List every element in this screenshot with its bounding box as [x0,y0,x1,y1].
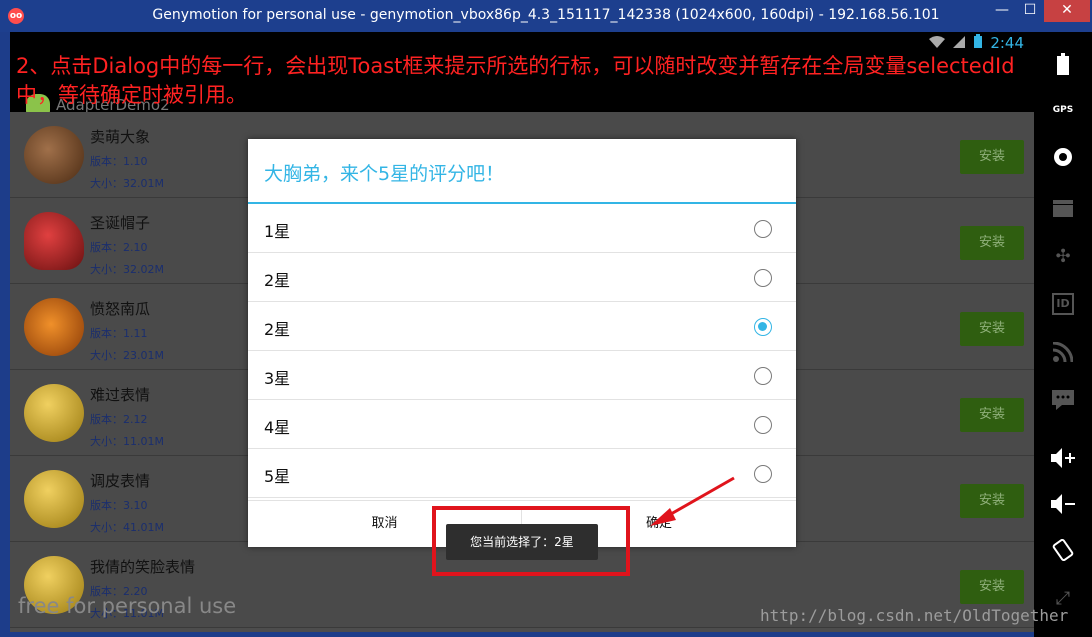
annotation-text: 2、点击Dialog中的每一行，会出现Toast框来提示所选的行标，可以随时改变… [16,54,1015,107]
status-bar: 2:44 [10,32,1034,54]
dpad-icon[interactable]: ✣ [1049,242,1077,270]
radio-button-selected[interactable] [754,318,772,336]
title-bar[interactable]: oo Genymotion for personal use - genymot… [0,0,1092,32]
app-version: 版本：1.10 [90,155,148,168]
signal-icon [953,36,969,52]
maximize-button[interactable]: ☐ [1016,0,1044,22]
app-name: 圣诞帽子 [90,214,151,232]
install-button[interactable]: 安装 [960,226,1024,260]
install-button[interactable]: 安装 [960,312,1024,346]
option-label: 5星 [264,467,291,486]
minimize-button[interactable]: — [988,0,1016,22]
rating-option[interactable]: 2星 [248,253,796,302]
clapperboard-icon[interactable] [1049,194,1077,222]
install-button[interactable]: 安装 [960,398,1024,432]
gps-icon[interactable]: GPS [1049,96,1077,124]
app-version: 版本：1.11 [90,327,148,340]
webcam-icon[interactable] [1049,144,1077,172]
battery-icon[interactable] [1049,50,1077,78]
app-size: 大小：11.01M [90,435,164,448]
window-title: Genymotion for personal use - genymotion… [152,7,940,23]
app-name: 愤怒南瓜 [90,300,151,318]
radio-button[interactable] [754,465,772,483]
sms-icon[interactable] [1049,386,1077,414]
emulator-toolbar: GPS ✣ ID ⤢ [1034,32,1092,637]
app-size: 大小：23.01M [90,349,164,362]
rotate-icon[interactable] [1049,536,1077,564]
app-size: 大小：32.02M [90,263,164,276]
highlight-box [432,506,630,576]
sad-face-icon [24,384,84,442]
install-button[interactable]: 安装 [960,484,1024,518]
radio-button[interactable] [754,367,772,385]
radio-button[interactable] [754,269,772,287]
option-label: 2星 [264,271,291,290]
rating-option[interactable]: 1星 [248,204,796,253]
battery-icon [973,34,986,52]
app-name: 难过表情 [90,386,151,404]
wifi-icon [928,36,949,52]
app-name: 调皮表情 [90,472,151,490]
option-label: 3星 [264,369,291,388]
app-name: 我倩的笑脸表情 [90,558,196,576]
elephant-icon [24,126,84,184]
app-version: 版本：3.10 [90,499,148,512]
radio-button[interactable] [754,220,772,238]
option-label: 4星 [264,418,291,437]
rating-option[interactable]: 4星 [248,400,796,449]
app-version: 版本：2.10 [90,241,148,254]
santa-hat-icon [24,212,84,270]
volume-up-icon[interactable] [1049,444,1077,472]
gps-label: GPS [1052,105,1074,115]
id-icon[interactable]: ID [1049,290,1077,318]
option-label: 2星 [264,320,291,339]
pumpkin-icon [24,298,84,356]
rss-icon[interactable] [1049,338,1077,366]
rating-option[interactable]: 2星 [248,302,796,351]
personal-use-watermark: free for personal use [18,594,237,618]
app-size: 大小：41.01M [90,521,164,534]
option-label: 1星 [264,222,291,241]
id-label: ID [1052,293,1074,315]
app-version: 版本：2.12 [90,413,148,426]
blog-watermark: http://blog.csdn.net/OldTogether [760,606,1069,625]
radio-button[interactable] [754,416,772,434]
app-name: 卖萌大象 [90,128,151,146]
dialog-title: 大胸弟，来个5星的评分吧！ [264,163,505,185]
install-button[interactable]: 安装 [960,140,1024,174]
emulator-window: oo Genymotion for personal use - genymot… [0,0,1092,637]
status-time: 2:44 [990,34,1024,52]
tongue-face-icon [24,470,84,528]
rating-option[interactable]: 3星 [248,351,796,400]
close-button[interactable]: ✕ [1044,0,1090,22]
install-button[interactable]: 安装 [960,570,1024,604]
app-size: 大小：32.01M [90,177,164,190]
volume-down-icon[interactable] [1049,490,1077,518]
arrow-icon [650,476,735,526]
